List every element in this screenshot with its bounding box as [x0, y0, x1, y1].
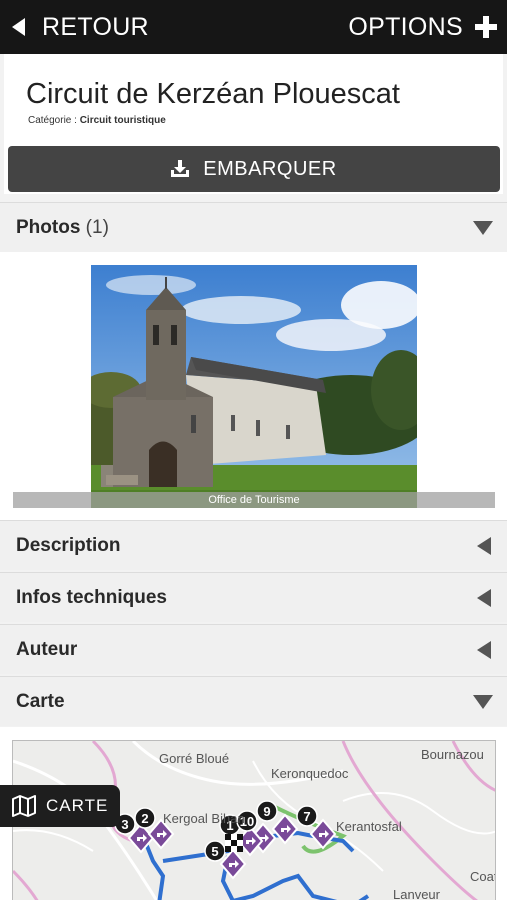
route-step-marker: 2 [134, 807, 156, 829]
chapel-image [91, 265, 417, 508]
options-label: OPTIONS [348, 12, 463, 41]
section-photos-label: Photos (1) [16, 216, 109, 238]
map-place-label: Keronquedoc [271, 766, 349, 781]
section-infos-label: Infos techniques [16, 586, 167, 608]
map-icon [12, 795, 36, 817]
section-auteur[interactable]: Auteur [0, 624, 507, 674]
download-icon [171, 160, 190, 178]
route-step-label: 9 [263, 804, 270, 819]
category-prefix: Catégorie : [28, 115, 80, 126]
carte-button-label: CARTE [46, 796, 109, 815]
route-step-label: 7 [303, 809, 310, 824]
chapel-photo[interactable] [91, 265, 417, 508]
chevron-down-icon [473, 694, 493, 709]
section-carte-label: Carte [16, 690, 65, 712]
options-button[interactable]: OPTIONS [348, 0, 507, 54]
back-label: RETOUR [42, 12, 149, 41]
plus-icon [475, 16, 497, 38]
map-place-label: Kerantosfal [336, 819, 402, 834]
embark-button[interactable]: EMBARQUER [8, 146, 500, 192]
section-description-label: Description [16, 534, 121, 556]
photo-caption: Office de Tourisme [13, 492, 495, 508]
start-flag-icon [225, 834, 243, 852]
map-place-label: Coat [470, 869, 496, 884]
section-description[interactable]: Description [0, 520, 507, 570]
route-step-label: 3 [121, 817, 128, 832]
map-place-label: Gorré Bloué [159, 751, 230, 766]
back-button[interactable]: RETOUR [0, 0, 149, 54]
chevron-down-icon [473, 220, 493, 235]
section-infos-techniques[interactable]: Infos techniques [0, 572, 507, 622]
route-step-label: 2 [141, 811, 148, 826]
section-carte[interactable]: Carte [0, 676, 507, 726]
photos-count: (1) [85, 216, 109, 238]
chevron-left-icon [477, 588, 491, 607]
content: Circuit de Kerzéan Plouescat Catégorie :… [0, 54, 507, 900]
category: Catégorie : Circuit touristique [28, 115, 166, 126]
route-pin-icon [271, 813, 299, 845]
section-auteur-label: Auteur [16, 638, 78, 660]
page-title: Circuit de Kerzéan Plouescat [26, 78, 400, 110]
route-step-marker: 7 [296, 805, 318, 827]
map-place-label: Lanveur [393, 887, 440, 900]
top-bar: RETOUR OPTIONS [0, 0, 507, 54]
photo-panel: Office de Tourisme [0, 252, 507, 520]
section-photos[interactable]: Photos (1) [0, 202, 507, 252]
category-value: Circuit touristique [79, 115, 166, 126]
chevron-left-icon [477, 640, 491, 659]
carte-button[interactable]: CARTE [0, 785, 120, 827]
chevron-left-icon [477, 536, 491, 555]
back-arrow-icon [12, 18, 25, 36]
route-step-marker: 5 [204, 840, 226, 862]
embark-label: EMBARQUER [203, 157, 337, 180]
map-place-label: Bournazou [421, 747, 484, 762]
route-step-label: 5 [211, 844, 218, 859]
map-place-label: Kergoal Bihan [163, 811, 245, 826]
route-step-marker: 9 [256, 800, 278, 822]
